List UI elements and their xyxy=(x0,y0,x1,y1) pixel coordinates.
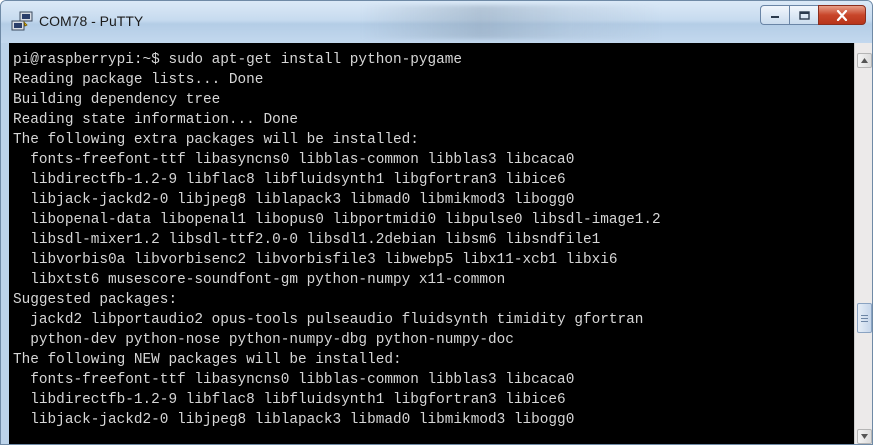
maximize-icon xyxy=(798,10,810,20)
terminal-output: pi@raspberrypi:~$ sudo apt-get install p… xyxy=(13,50,661,430)
terminal-line: libdirectfb-1.2-9 libflac8 libfluidsynth… xyxy=(13,392,566,408)
terminal-line: Reading package lists... Done xyxy=(13,72,264,88)
terminal-area[interactable]: pi@raspberrypi:~$ sudo apt-get install p… xyxy=(9,43,854,444)
terminal-line: libsdl-mixer1.2 libsdl-ttf2.0-0 libsdl1.… xyxy=(13,232,601,248)
close-button[interactable] xyxy=(818,5,866,25)
scroll-down-arrow-icon xyxy=(861,434,868,439)
scroll-up-arrow-icon xyxy=(861,58,868,63)
thumb-grip xyxy=(861,320,868,322)
minimize-icon xyxy=(771,16,779,18)
terminal-line: libjack-jackd2-0 libjpeg8 liblapack3 lib… xyxy=(13,192,575,208)
title-bar[interactable]: COM78 - PuTTY xyxy=(1,1,872,43)
terminal-line: pi@raspberrypi:~$ sudo apt-get install p… xyxy=(13,52,463,68)
terminal-line: Reading state information... Done xyxy=(13,112,298,128)
terminal-line: The following NEW packages will be insta… xyxy=(13,352,402,368)
terminal-line: Building dependency tree xyxy=(13,92,221,108)
title-bar-blur xyxy=(361,5,661,39)
scroll-down-button[interactable] xyxy=(857,429,872,444)
terminal-line: libvorbis0a libvorbisenc2 libvorbisfile3… xyxy=(13,252,618,268)
putty-window: COM78 - PuTTY pi@raspberrypi:~$ sudo apt… xyxy=(0,0,873,445)
terminal-line: jackd2 libportaudio2 opus-tools pulseaud… xyxy=(13,312,644,328)
putty-icon xyxy=(11,11,33,31)
maximize-button[interactable] xyxy=(789,5,818,25)
window-controls xyxy=(760,5,866,27)
thumb-grip xyxy=(861,317,868,319)
terminal-line: fonts-freefont-ttf libasyncns0 libblas-c… xyxy=(13,152,575,168)
terminal-line: libopenal-data libopenal1 libopus0 libpo… xyxy=(13,212,661,228)
terminal-line: python-dev python-nose python-numpy-dbg … xyxy=(13,332,514,348)
terminal-line: libxtst6 musescore-soundfont-gm python-n… xyxy=(13,272,506,288)
close-icon xyxy=(836,9,848,21)
terminal-line: Suggested packages: xyxy=(13,292,178,308)
terminal-line: The following extra packages will be ins… xyxy=(13,132,419,148)
terminal-line: libjack-jackd2-0 libjpeg8 liblapack3 lib… xyxy=(13,412,575,428)
scrollbar-thumb[interactable] xyxy=(857,303,872,333)
window-title: COM78 - PuTTY xyxy=(39,13,144,29)
vertical-scrollbar[interactable] xyxy=(854,43,872,444)
thumb-grip xyxy=(861,314,868,316)
terminal-line: fonts-freefont-ttf libasyncns0 libblas-c… xyxy=(13,372,575,388)
terminal-line: libdirectfb-1.2-9 libflac8 libfluidsynth… xyxy=(13,172,566,188)
minimize-button[interactable] xyxy=(760,5,789,25)
scroll-up-button[interactable] xyxy=(857,53,872,68)
